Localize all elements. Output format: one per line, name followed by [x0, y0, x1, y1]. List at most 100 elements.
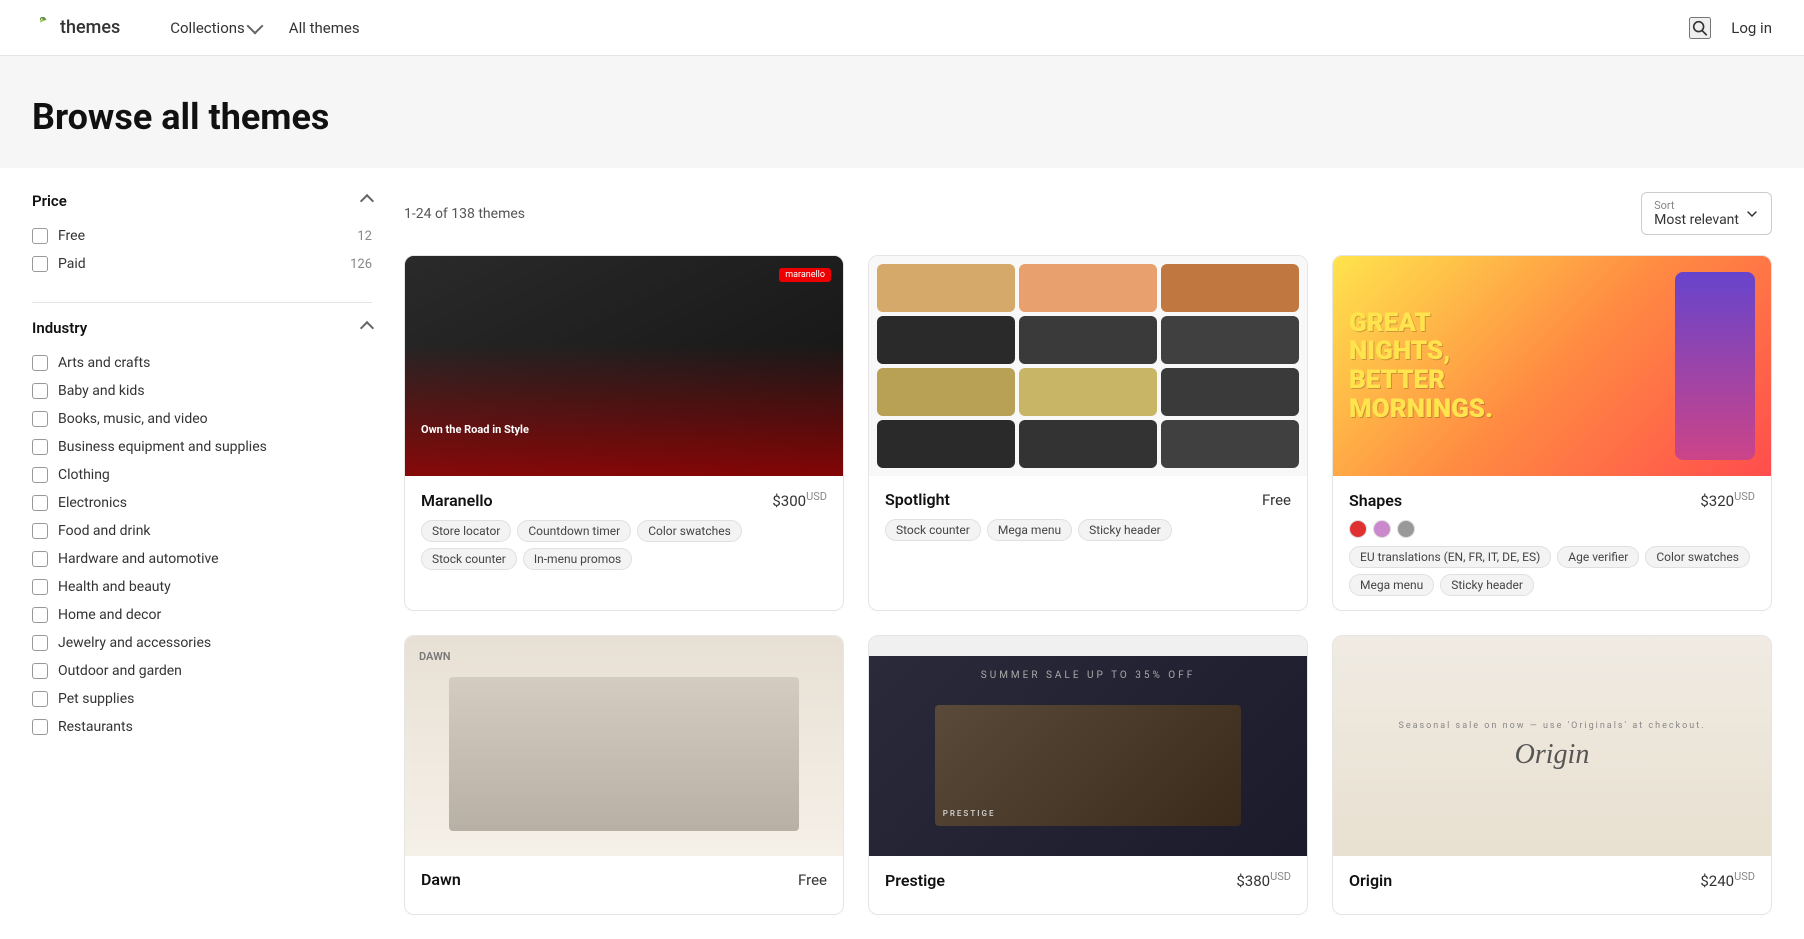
theme-image-prestige: SUMMER SALE UP TO 35% OFF PRESTIGE — [869, 636, 1307, 856]
theme-card-dawn[interactable]: DAWN Dawn Free — [404, 635, 844, 915]
price-filter-label: Price — [32, 192, 67, 210]
search-icon — [1691, 18, 1709, 38]
jewelry-checkbox[interactable] — [32, 635, 48, 651]
filter-item-business[interactable]: Business equipment and supplies — [32, 433, 372, 461]
tag-sticky-header: Sticky header — [1078, 519, 1172, 541]
nav-all-themes[interactable]: All themes — [279, 13, 370, 43]
filter-item-baby-kids[interactable]: Baby and kids — [32, 377, 372, 405]
search-button[interactable] — [1689, 17, 1711, 39]
electronics-checkbox[interactable] — [32, 495, 48, 511]
filter-item-jewelry[interactable]: Jewelry and accessories — [32, 629, 372, 657]
sort-chevron-icon — [1745, 207, 1759, 221]
theme-card-maranello[interactable]: maranello Own the Road in Style Maranell… — [404, 255, 844, 611]
paid-label: Paid — [58, 256, 86, 272]
paid-count: 126 — [350, 257, 372, 272]
filter-item-clothing[interactable]: Clothing — [32, 461, 372, 489]
maranello-tagline: Own the Road in Style — [421, 423, 529, 436]
books-checkbox[interactable] — [32, 411, 48, 427]
prestige-banner: SUMMER SALE UP TO 35% OFF — [869, 656, 1307, 695]
theme-name-origin: Origin — [1349, 871, 1392, 890]
theme-card-shapes[interactable]: GREATNIGHTS,BETTERMORNINGS. Shapes $320U… — [1332, 255, 1772, 611]
theme-info-maranello: Maranello $300USD Store locator Countdow… — [405, 476, 843, 584]
books-label: Books, music, and video — [58, 411, 208, 427]
theme-name-spotlight: Spotlight — [885, 490, 950, 509]
sort-label: Sort — [1654, 199, 1739, 212]
filter-item-pet[interactable]: Pet supplies — [32, 685, 372, 713]
paid-checkbox[interactable] — [32, 256, 48, 272]
industry-filter-header[interactable]: Industry — [32, 319, 372, 337]
themes-content: 1-24 of 138 themes Sort Most relevant ma… — [404, 192, 1772, 915]
theme-image-shapes: GREATNIGHTS,BETTERMORNINGS. — [1333, 256, 1771, 476]
electronics-label: Electronics — [58, 495, 127, 511]
tag-eu-translations: EU translations (EN, FR, IT, DE, ES) — [1349, 546, 1551, 568]
tag-countdown-timer: Countdown timer — [517, 520, 631, 542]
filter-item-electronics[interactable]: Electronics — [32, 489, 372, 517]
pet-checkbox[interactable] — [32, 691, 48, 707]
filter-item-outdoor[interactable]: Outdoor and garden — [32, 657, 372, 685]
theme-image-origin: Seasonal sale on now — use 'Originals' a… — [1333, 636, 1771, 856]
filter-item-books[interactable]: Books, music, and video — [32, 405, 372, 433]
arts-crafts-label: Arts and crafts — [58, 355, 150, 371]
filter-item-arts-crafts[interactable]: Arts and crafts — [32, 349, 372, 377]
theme-card-spotlight[interactable]: Spotlight Free Stock counter Mega menu S… — [868, 255, 1308, 611]
shapes-can-icon — [1675, 272, 1755, 460]
origin-banner: Seasonal sale on now — use 'Originals' a… — [1398, 721, 1705, 731]
header: themes Collections All themes Log in — [0, 0, 1804, 56]
tag-mega-menu: Mega menu — [987, 519, 1072, 541]
tag-age-verifier: Age verifier — [1557, 546, 1639, 568]
filter-item-home[interactable]: Home and decor — [32, 601, 372, 629]
filter-item-restaurants[interactable]: Restaurants — [32, 713, 372, 741]
theme-info-dawn: Dawn Free — [405, 856, 843, 913]
outdoor-checkbox[interactable] — [32, 663, 48, 679]
home-checkbox[interactable] — [32, 607, 48, 623]
jewelry-label: Jewelry and accessories — [58, 635, 211, 651]
business-label: Business equipment and supplies — [58, 439, 267, 455]
filter-item-food-drink[interactable]: Food and drink — [32, 517, 372, 545]
sort-dropdown[interactable]: Sort Most relevant — [1641, 192, 1772, 235]
outdoor-label: Outdoor and garden — [58, 663, 182, 679]
theme-tags-maranello: Store locator Countdown timer Color swat… — [421, 520, 827, 570]
theme-tags-spotlight: Stock counter Mega menu Sticky header — [885, 519, 1291, 541]
restaurants-checkbox[interactable] — [32, 719, 48, 735]
nav-collections[interactable]: Collections — [160, 13, 271, 43]
main-nav: Collections All themes — [160, 13, 1689, 43]
arts-crafts-checkbox[interactable] — [32, 355, 48, 371]
food-drink-checkbox[interactable] — [32, 523, 48, 539]
header-actions: Log in — [1689, 17, 1772, 39]
theme-info-shapes: Shapes $320USD EU translations (EN, FR, … — [1333, 476, 1771, 610]
logo-link[interactable]: themes — [32, 17, 120, 39]
theme-tags-shapes: EU translations (EN, FR, IT, DE, ES) Age… — [1349, 546, 1755, 596]
maranello-badge: maranello — [779, 268, 831, 282]
theme-card-origin[interactable]: Seasonal sale on now — use 'Originals' a… — [1332, 635, 1772, 915]
clothing-checkbox[interactable] — [32, 467, 48, 483]
nav-collections-label: Collections — [170, 19, 245, 37]
business-checkbox[interactable] — [32, 439, 48, 455]
theme-card-prestige[interactable]: SUMMER SALE UP TO 35% OFF PRESTIGE Prest… — [868, 635, 1308, 915]
theme-price-spotlight: Free — [1262, 491, 1291, 509]
filter-item-paid[interactable]: Paid 126 — [32, 250, 372, 278]
price-filter-header[interactable]: Price — [32, 192, 372, 210]
health-checkbox[interactable] — [32, 579, 48, 595]
hardware-checkbox[interactable] — [32, 551, 48, 567]
baby-kids-label: Baby and kids — [58, 383, 145, 399]
baby-kids-checkbox[interactable] — [32, 383, 48, 399]
restaurants-label: Restaurants — [58, 719, 133, 735]
theme-price-maranello: $300USD — [772, 490, 827, 510]
hero-section: Browse all themes — [0, 56, 1804, 168]
filter-item-free[interactable]: Free 12 — [32, 222, 372, 250]
free-checkbox[interactable] — [32, 228, 48, 244]
filter-item-health[interactable]: Health and beauty — [32, 573, 372, 601]
theme-image-dawn: DAWN — [405, 636, 843, 856]
price-collapse-icon — [360, 194, 374, 208]
login-button[interactable]: Log in — [1731, 19, 1772, 37]
shopify-logo-icon — [32, 17, 54, 39]
tag-stock-counter-2: Stock counter — [885, 519, 981, 541]
theme-name-maranello: Maranello — [421, 491, 493, 510]
industry-filter-label: Industry — [32, 319, 87, 337]
industry-filter-section: Industry Arts and crafts Baby and kids B — [32, 319, 372, 741]
filter-item-hardware[interactable]: Hardware and automotive — [32, 545, 372, 573]
themes-grid: maranello Own the Road in Style Maranell… — [404, 255, 1772, 915]
swatch-gray — [1397, 520, 1415, 538]
swatch-red — [1349, 520, 1367, 538]
price-filter-section: Price Free 12 Paid 126 — [32, 192, 372, 278]
